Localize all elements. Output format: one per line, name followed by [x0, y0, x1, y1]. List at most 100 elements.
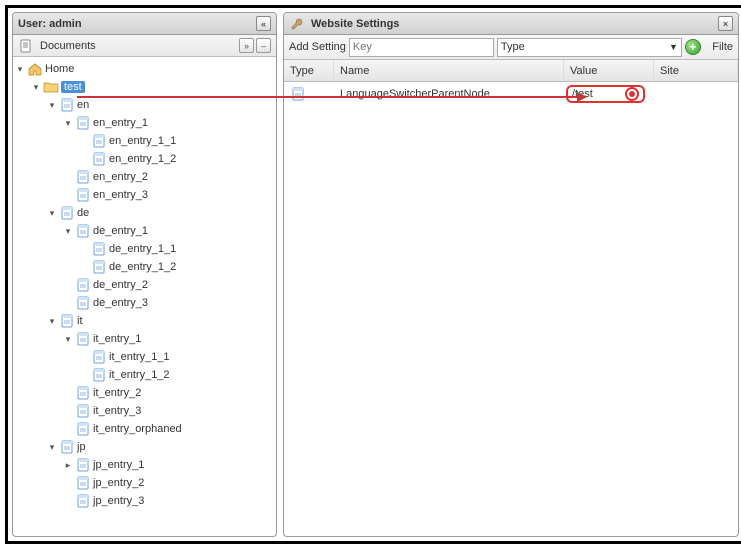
- filter-label: Filte: [712, 41, 733, 53]
- tree-toggle-icon[interactable]: ▾: [15, 64, 25, 74]
- website-settings-panel: Website Settings × Add Setting Type ▼ + …: [283, 12, 739, 537]
- tree-node-label: de: [77, 207, 89, 219]
- page-icon: [75, 475, 91, 491]
- tree-node[interactable]: ▾ de: [13, 204, 276, 222]
- tree-toggle-spacer: [79, 136, 89, 146]
- tree-node[interactable]: it_entry_orphaned: [13, 420, 276, 438]
- tree-toggle-icon[interactable]: ▾: [47, 442, 57, 452]
- tree-node[interactable]: ▾en: [13, 96, 276, 114]
- tree-node[interactable]: it_entry_1_2: [13, 366, 276, 384]
- tree-node[interactable]: en_entry_3: [13, 186, 276, 204]
- tree-node[interactable]: ▾ Home: [13, 60, 276, 78]
- tree-node-label: Home: [45, 63, 74, 75]
- tree-node[interactable]: ▾ de_entry_1: [13, 222, 276, 240]
- row-value: /test: [572, 88, 593, 100]
- tree-toggle-spacer: [79, 370, 89, 380]
- tree-node[interactable]: de_entry_1_1: [13, 240, 276, 258]
- tree-node[interactable]: ▾jp: [13, 438, 276, 456]
- tree-toggle-icon[interactable]: ▾: [63, 226, 73, 236]
- page-icon: [75, 493, 91, 509]
- tree-node-label: jp_entry_3: [93, 495, 144, 507]
- type-select[interactable]: Type ▼: [497, 38, 682, 57]
- tree-node-label: jp_entry_2: [93, 477, 144, 489]
- col-name[interactable]: Name: [334, 60, 564, 81]
- page-icon: [75, 277, 91, 293]
- tree-node[interactable]: en_entry_1_2: [13, 150, 276, 168]
- col-site[interactable]: Site: [654, 60, 738, 81]
- tree-node[interactable]: ▾test: [13, 78, 276, 96]
- collapse-left-button[interactable]: «: [256, 16, 271, 31]
- grid-header: Type Name Value Site: [284, 60, 738, 82]
- tree-node[interactable]: ▾ en_entry_1: [13, 114, 276, 132]
- tree-node-label: it_entry_3: [93, 405, 141, 417]
- documents-icon: [18, 38, 34, 54]
- page-icon: [91, 349, 107, 365]
- page-icon: [91, 367, 107, 383]
- user-title: User: admin: [18, 18, 82, 30]
- tree-toggle-spacer: [63, 478, 73, 488]
- tree-node-label: de_entry_1_1: [109, 243, 176, 255]
- tree-node[interactable]: it_entry_2: [13, 384, 276, 402]
- row-value-cell: /test: [564, 82, 654, 106]
- tree-toggle-spacer: [63, 172, 73, 182]
- tree-node-label: de_entry_1_2: [109, 261, 176, 273]
- tree-node[interactable]: it_entry_3: [13, 402, 276, 420]
- tree-node[interactable]: jp_entry_2: [13, 474, 276, 492]
- subheader-minus-button[interactable]: –: [256, 38, 271, 53]
- tree-toggle-spacer: [63, 190, 73, 200]
- tree-toggle-icon[interactable]: ▸: [63, 460, 73, 470]
- folder-icon: [43, 79, 59, 95]
- settings-title: Website Settings: [311, 18, 399, 30]
- page-icon: [59, 205, 75, 221]
- tree-toggle-icon[interactable]: ▾: [47, 100, 57, 110]
- tree-node[interactable]: de_entry_1_2: [13, 258, 276, 276]
- page-icon: [59, 97, 75, 113]
- tree-toggle-spacer: [63, 496, 73, 506]
- tree-toggle-icon[interactable]: ▾: [47, 316, 57, 326]
- tree-node[interactable]: de_entry_2: [13, 276, 276, 294]
- add-button[interactable]: +: [685, 39, 701, 55]
- tree-node-label: de_entry_1: [93, 225, 148, 237]
- tree-node-label: de_entry_2: [93, 279, 148, 291]
- tree-node[interactable]: en_entry_2: [13, 168, 276, 186]
- tree-node-label: en_entry_1_1: [109, 135, 176, 147]
- row-type-icon: [284, 82, 334, 106]
- target-icon[interactable]: [625, 87, 639, 101]
- tree-toggle-icon[interactable]: ▾: [63, 118, 73, 128]
- page-icon: [91, 133, 107, 149]
- col-type[interactable]: Type: [284, 60, 334, 81]
- subheader-next-button[interactable]: »: [239, 38, 254, 53]
- page-icon: [75, 115, 91, 131]
- tree-toggle-icon[interactable]: ▾: [31, 82, 41, 92]
- tree-node-label: en_entry_1: [93, 117, 148, 129]
- tree-node[interactable]: ▾it: [13, 312, 276, 330]
- tree-node[interactable]: ▸jp_entry_1: [13, 456, 276, 474]
- col-value[interactable]: Value: [564, 60, 654, 81]
- document-tree[interactable]: ▾Home▾test▾en▾en_entry_1en_entry_1_1en_e…: [13, 57, 276, 536]
- tree-toggle-spacer: [79, 262, 89, 272]
- tree-node-label: it_entry_1_2: [109, 369, 170, 381]
- tree-toggle-spacer: [79, 244, 89, 254]
- close-settings-button[interactable]: ×: [718, 16, 733, 31]
- add-setting-label: Add Setting: [289, 41, 346, 53]
- page-icon: [75, 385, 91, 401]
- key-input[interactable]: [349, 38, 494, 57]
- tree-node[interactable]: jp_entry_3: [13, 492, 276, 510]
- tree-node-label: it_entry_orphaned: [93, 423, 182, 435]
- tree-toggle-spacer: [63, 280, 73, 290]
- settings-toolbar: Add Setting Type ▼ + Filte: [284, 35, 738, 60]
- tree-node[interactable]: it_entry_1_1: [13, 348, 276, 366]
- documents-panel: User: admin « Documents » – ▾Home▾test▾e…: [12, 12, 277, 537]
- tree-toggle-spacer: [63, 298, 73, 308]
- page-icon: [75, 169, 91, 185]
- chevron-down-icon: ▼: [669, 42, 678, 52]
- tree-node[interactable]: de_entry_3: [13, 294, 276, 312]
- tree-node[interactable]: ▾it_entry_1: [13, 330, 276, 348]
- page-icon: [91, 151, 107, 167]
- grid-row[interactable]: LanguageSwitcherParentNode/test: [284, 82, 738, 106]
- tree-toggle-icon[interactable]: ▾: [63, 334, 73, 344]
- tree-node-label: de_entry_3: [93, 297, 148, 309]
- tree-toggle-icon[interactable]: ▾: [47, 208, 57, 218]
- tree-node[interactable]: en_entry_1_1: [13, 132, 276, 150]
- page-icon: [75, 187, 91, 203]
